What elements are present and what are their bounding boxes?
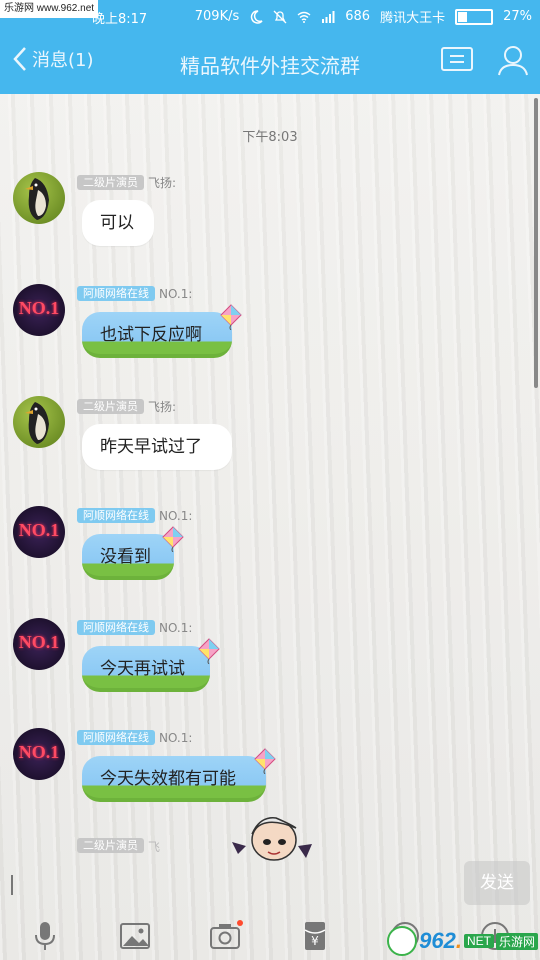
- sender-badge: 二级片演员: [77, 175, 144, 190]
- svg-text:¥: ¥: [311, 934, 319, 948]
- sender-name: 飞: [148, 840, 161, 854]
- title-bar: 消息(1) 精品软件外挂交流群: [0, 32, 540, 94]
- profile-card-icon[interactable]: [440, 44, 474, 80]
- sender-name: 飞扬:: [148, 176, 177, 190]
- sender-name: NO.1:: [159, 508, 193, 523]
- camera-icon[interactable]: [207, 918, 243, 954]
- avatar[interactable]: NO.1: [13, 284, 65, 336]
- sender-row: 阿顺网络在线 NO.1:: [77, 620, 192, 635]
- status-time: 晚上8:17: [92, 12, 148, 27]
- avatar-label: NO.1: [18, 298, 60, 318]
- avatar[interactable]: [13, 396, 65, 448]
- notification-dot: [237, 920, 243, 926]
- kite-icon: [218, 304, 244, 331]
- kite-icon: [252, 748, 278, 775]
- message-timestamp: 下午8:03: [242, 130, 298, 145]
- avatar-label: NO.1: [18, 520, 60, 540]
- wifi-icon: [297, 10, 311, 24]
- signal-icon: [321, 10, 335, 24]
- watermark-logo: 962. NET 乐游网: [387, 926, 538, 956]
- message-bubble[interactable]: 今天再试试: [82, 646, 210, 692]
- avatar-label: NO.1: [18, 632, 60, 652]
- sender-row: 二级片演员 飞扬:: [77, 398, 176, 415]
- carrier-name: 腾讯大王卡: [380, 11, 446, 26]
- avatar[interactable]: NO.1: [13, 728, 65, 780]
- sender-name: NO.1:: [159, 620, 193, 635]
- sender-name: NO.1:: [159, 730, 193, 745]
- avatar[interactable]: NO.1: [13, 506, 65, 558]
- sender-row: 阿顺网络在线 NO.1:: [77, 286, 192, 301]
- watermark-emblem: [387, 926, 418, 956]
- battery-percent: 27%: [503, 9, 532, 24]
- send-button[interactable]: 发送: [464, 861, 530, 905]
- sender-name: 飞扬:: [148, 400, 177, 414]
- avatar[interactable]: [13, 172, 65, 224]
- sender-badge: 二级片演员: [77, 838, 144, 853]
- mute-bell-icon: [273, 10, 287, 24]
- group-members-icon[interactable]: [496, 44, 530, 80]
- avatar-label: NO.1: [18, 742, 60, 762]
- image-icon[interactable]: [117, 918, 153, 954]
- sender-row: 二级片演员 飞扬:: [77, 174, 176, 191]
- avatar[interactable]: NO.1: [13, 618, 65, 670]
- partial-sender-row: 二级片演员 飞: [77, 838, 160, 855]
- microphone-icon[interactable]: [27, 918, 63, 954]
- sender-row: 阿顺网络在线 NO.1:: [77, 730, 192, 745]
- message-bubble[interactable]: 昨天早试过了: [82, 424, 232, 470]
- sender-badge: 阿顺网络在线: [77, 620, 155, 635]
- network-speed: 709K/s: [194, 9, 240, 24]
- signal-value: 686: [345, 9, 371, 24]
- sender-badge: 阿顺网络在线: [77, 730, 155, 745]
- message-bubble[interactable]: 今天失效都有可能: [82, 756, 266, 802]
- sender-badge: 阿顺网络在线: [77, 508, 155, 523]
- watermark-top: 乐游网 www.962.net: [0, 0, 99, 18]
- text-cursor: [11, 875, 13, 895]
- sender-badge: 阿顺网络在线: [77, 286, 155, 301]
- moon-icon: [249, 9, 263, 24]
- message-input[interactable]: 发送: [0, 855, 540, 911]
- message-bubble[interactable]: 可以: [82, 200, 154, 246]
- watermark-net: NET: [463, 934, 494, 948]
- battery-icon: [455, 8, 494, 25]
- message-bubble[interactable]: 也试下反应啊: [82, 312, 232, 358]
- kite-icon: [160, 526, 186, 553]
- sender-row: 阿顺网络在线 NO.1:: [77, 508, 192, 523]
- kite-icon: [196, 638, 222, 665]
- red-packet-icon[interactable]: ¥: [297, 918, 333, 954]
- watermark-site: 乐游网: [495, 932, 538, 950]
- sender-badge: 二级片演员: [77, 399, 144, 414]
- sender-name: NO.1:: [159, 286, 193, 301]
